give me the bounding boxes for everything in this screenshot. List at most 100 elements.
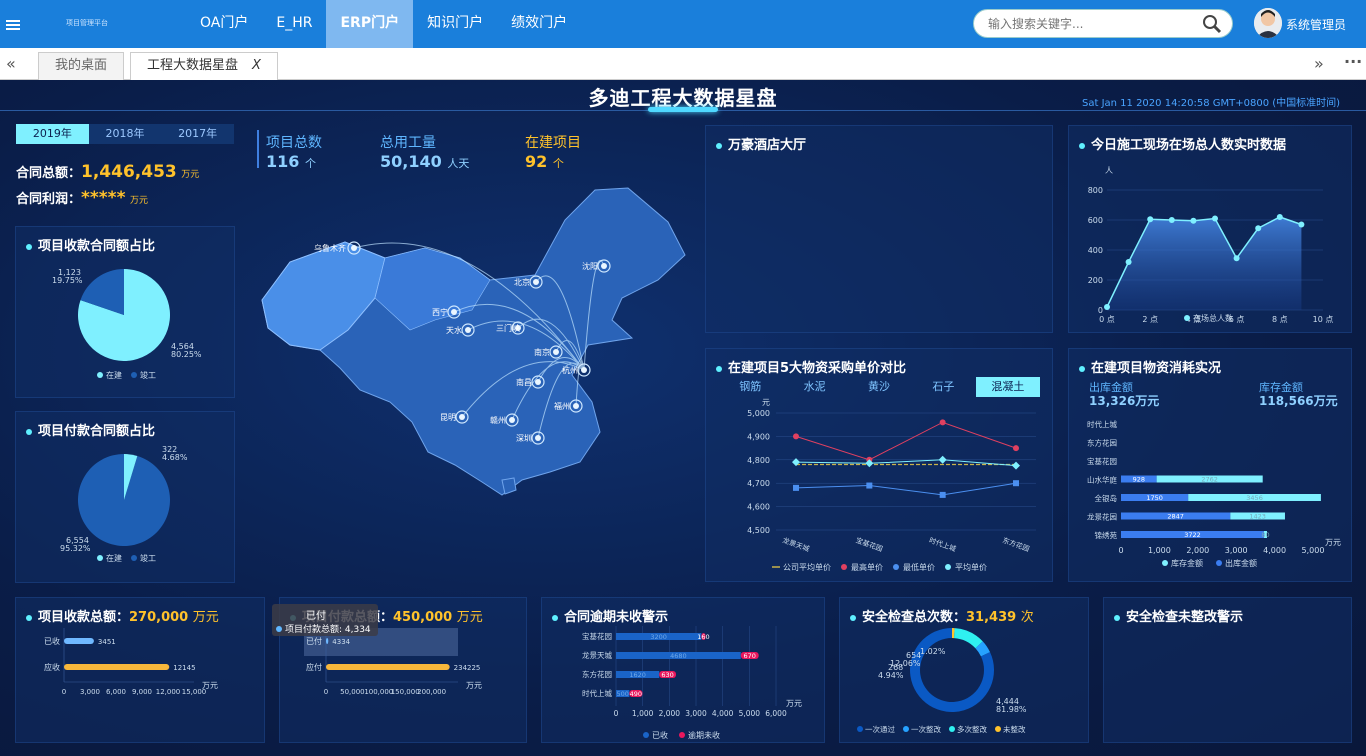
- mu-category: 锦绣苑: [1095, 530, 1118, 540]
- map-city-dot[interactable]: [535, 435, 541, 441]
- map-city-dot[interactable]: [351, 245, 357, 251]
- contract-total-value: 1,446,453: [81, 162, 177, 182]
- receipt-ratio-panel: 项目收款合同额占比 1,123 19.75% 4,564 80.25% 在建 竣…: [15, 226, 235, 398]
- pie2-legend-done: 竣工: [140, 553, 156, 563]
- mp-xtick: 东方花园: [1001, 535, 1030, 553]
- avatar[interactable]: [1254, 8, 1282, 38]
- out-value: 13,326万元: [1089, 394, 1160, 408]
- hbar-bar[interactable]: [326, 664, 450, 670]
- nav-performance[interactable]: 绩效门户: [497, 0, 581, 48]
- map-city-dot[interactable]: [533, 279, 539, 285]
- rt-point[interactable]: [1125, 259, 1132, 265]
- tab-current[interactable]: 工程大数据星盘 X: [130, 52, 278, 80]
- rt-point[interactable]: [1233, 255, 1240, 262]
- pie2-done-pct: 4.68%: [162, 453, 188, 462]
- mu-bar-label: 928: [1133, 476, 1145, 484]
- pie2-legend-inprog: 在建: [106, 553, 122, 563]
- mp-point[interactable]: [938, 455, 947, 464]
- stat-labor-value: 50,140: [380, 152, 442, 171]
- hbar-bar[interactable]: [64, 664, 170, 670]
- tab-bar: « 我的桌面 工程大数据星盘 X » ···: [0, 48, 1366, 80]
- rt-point[interactable]: [1147, 216, 1154, 223]
- user-name[interactable]: 系统管理员: [1286, 16, 1346, 33]
- tab-home[interactable]: 我的桌面: [38, 52, 125, 80]
- hbar-bar[interactable]: [326, 638, 329, 644]
- tab-year-2019[interactable]: 2019年: [16, 124, 89, 144]
- mu-xtick: 4,000: [1263, 546, 1286, 555]
- hbar-value: 12145: [173, 664, 195, 672]
- map-city-dot[interactable]: [509, 417, 515, 423]
- rt-point[interactable]: [1168, 217, 1175, 223]
- mp-legend-item: 公司平均单价: [783, 562, 831, 572]
- nav-knowledge[interactable]: 知识门户: [413, 0, 497, 48]
- map-city-label: 天水: [446, 325, 462, 335]
- tab-steel[interactable]: 钢筋: [718, 377, 782, 397]
- mu-xtick: 5,000: [1302, 546, 1325, 555]
- mp-point[interactable]: [866, 482, 873, 489]
- material-tabs: 钢筋 水泥 黄沙 石子 混凝土: [718, 377, 1041, 397]
- mp-xtick: 时代上城: [928, 535, 957, 553]
- more-icon[interactable]: ···: [1344, 52, 1362, 71]
- menu-icon[interactable]: [6, 18, 20, 32]
- donut-label: 12.06%: [890, 659, 921, 668]
- realtime-ylabel: 人: [1105, 166, 1113, 175]
- map-city-label: 沈阳: [582, 261, 598, 271]
- mp-point[interactable]: [793, 433, 799, 440]
- mp-point[interactable]: [939, 419, 946, 426]
- map-city-dot[interactable]: [465, 327, 471, 333]
- map-city-dot[interactable]: [553, 349, 559, 355]
- map-city-dot[interactable]: [535, 379, 541, 385]
- mp-point[interactable]: [1012, 461, 1020, 470]
- tab-gravel[interactable]: 石子: [911, 377, 975, 397]
- contract-profit-label: 合同利润：: [16, 192, 82, 207]
- ovd-category: 宝基花园: [582, 631, 612, 641]
- map-city-dot[interactable]: [459, 414, 465, 420]
- double-chevron-left-icon[interactable]: «: [6, 54, 16, 73]
- mu-bar-label: 3722: [1184, 531, 1201, 539]
- rt-xtick: 10 点: [1313, 315, 1334, 324]
- tab-concrete[interactable]: 混凝土: [975, 377, 1041, 397]
- ptot-xunit: 万元: [466, 681, 482, 690]
- double-chevron-right-icon[interactable]: »: [1314, 54, 1324, 73]
- stat-project-count-label: 项目总数: [266, 135, 322, 151]
- mp-point[interactable]: [939, 491, 946, 498]
- stat-labor: 总用工量 50,140 人天: [380, 132, 469, 171]
- map-city-dot[interactable]: [581, 367, 587, 373]
- tab-year-2018[interactable]: 2018年: [89, 124, 162, 144]
- mu-bar-label: 2847: [1167, 513, 1184, 521]
- close-icon[interactable]: X: [252, 58, 261, 73]
- map-city-dot[interactable]: [451, 309, 457, 315]
- mp-point[interactable]: [1013, 480, 1019, 487]
- rt-point[interactable]: [1255, 225, 1262, 232]
- datetime: Sat Jan 11 2020 14:20:58 GMT+0800 (中国标准时…: [1082, 98, 1341, 109]
- search-input[interactable]: [988, 15, 1188, 33]
- mu-xtick: 1,000: [1148, 546, 1171, 555]
- tab-sand[interactable]: 黄沙: [847, 377, 911, 397]
- map-city-dot[interactable]: [601, 263, 607, 269]
- map-city-dot[interactable]: [573, 403, 579, 409]
- tab-year-2017[interactable]: 2017年: [161, 124, 234, 144]
- rt-point[interactable]: [1104, 304, 1110, 310]
- rt-point[interactable]: [1276, 214, 1283, 220]
- nav-ehr[interactable]: E_HR: [262, 0, 326, 48]
- mp-point[interactable]: [1013, 445, 1019, 452]
- realtime-chart: 人 02004006008000 点2 点4 点6 点8 点 10 点 在场总人数: [1088, 166, 1334, 324]
- rt-point[interactable]: [1212, 215, 1218, 222]
- rt-point[interactable]: [1190, 217, 1197, 224]
- hbar-xtick: 12,000: [156, 688, 181, 696]
- hbar-category: 已付: [306, 636, 322, 646]
- stat-labor-label: 总用工量: [380, 135, 436, 151]
- mp-point[interactable]: [793, 484, 799, 491]
- hbar-bar[interactable]: [64, 638, 94, 644]
- mu-xtick: 2,000: [1186, 546, 1209, 555]
- nav-erp[interactable]: ERP门户: [326, 0, 414, 48]
- rt-point[interactable]: [1298, 221, 1305, 228]
- realtime-area: [1107, 217, 1302, 310]
- tab-cement[interactable]: 水泥: [782, 377, 846, 397]
- donut-legend-item: 未整改: [1003, 724, 1026, 734]
- contract-profit: 合同利润：***** 万元: [16, 188, 148, 208]
- hbar-xtick: 6,000: [106, 688, 126, 696]
- donut-slice[interactable]: [954, 628, 983, 649]
- search-icon[interactable]: [1202, 14, 1222, 34]
- nav-oa[interactable]: OA门户: [186, 0, 262, 48]
